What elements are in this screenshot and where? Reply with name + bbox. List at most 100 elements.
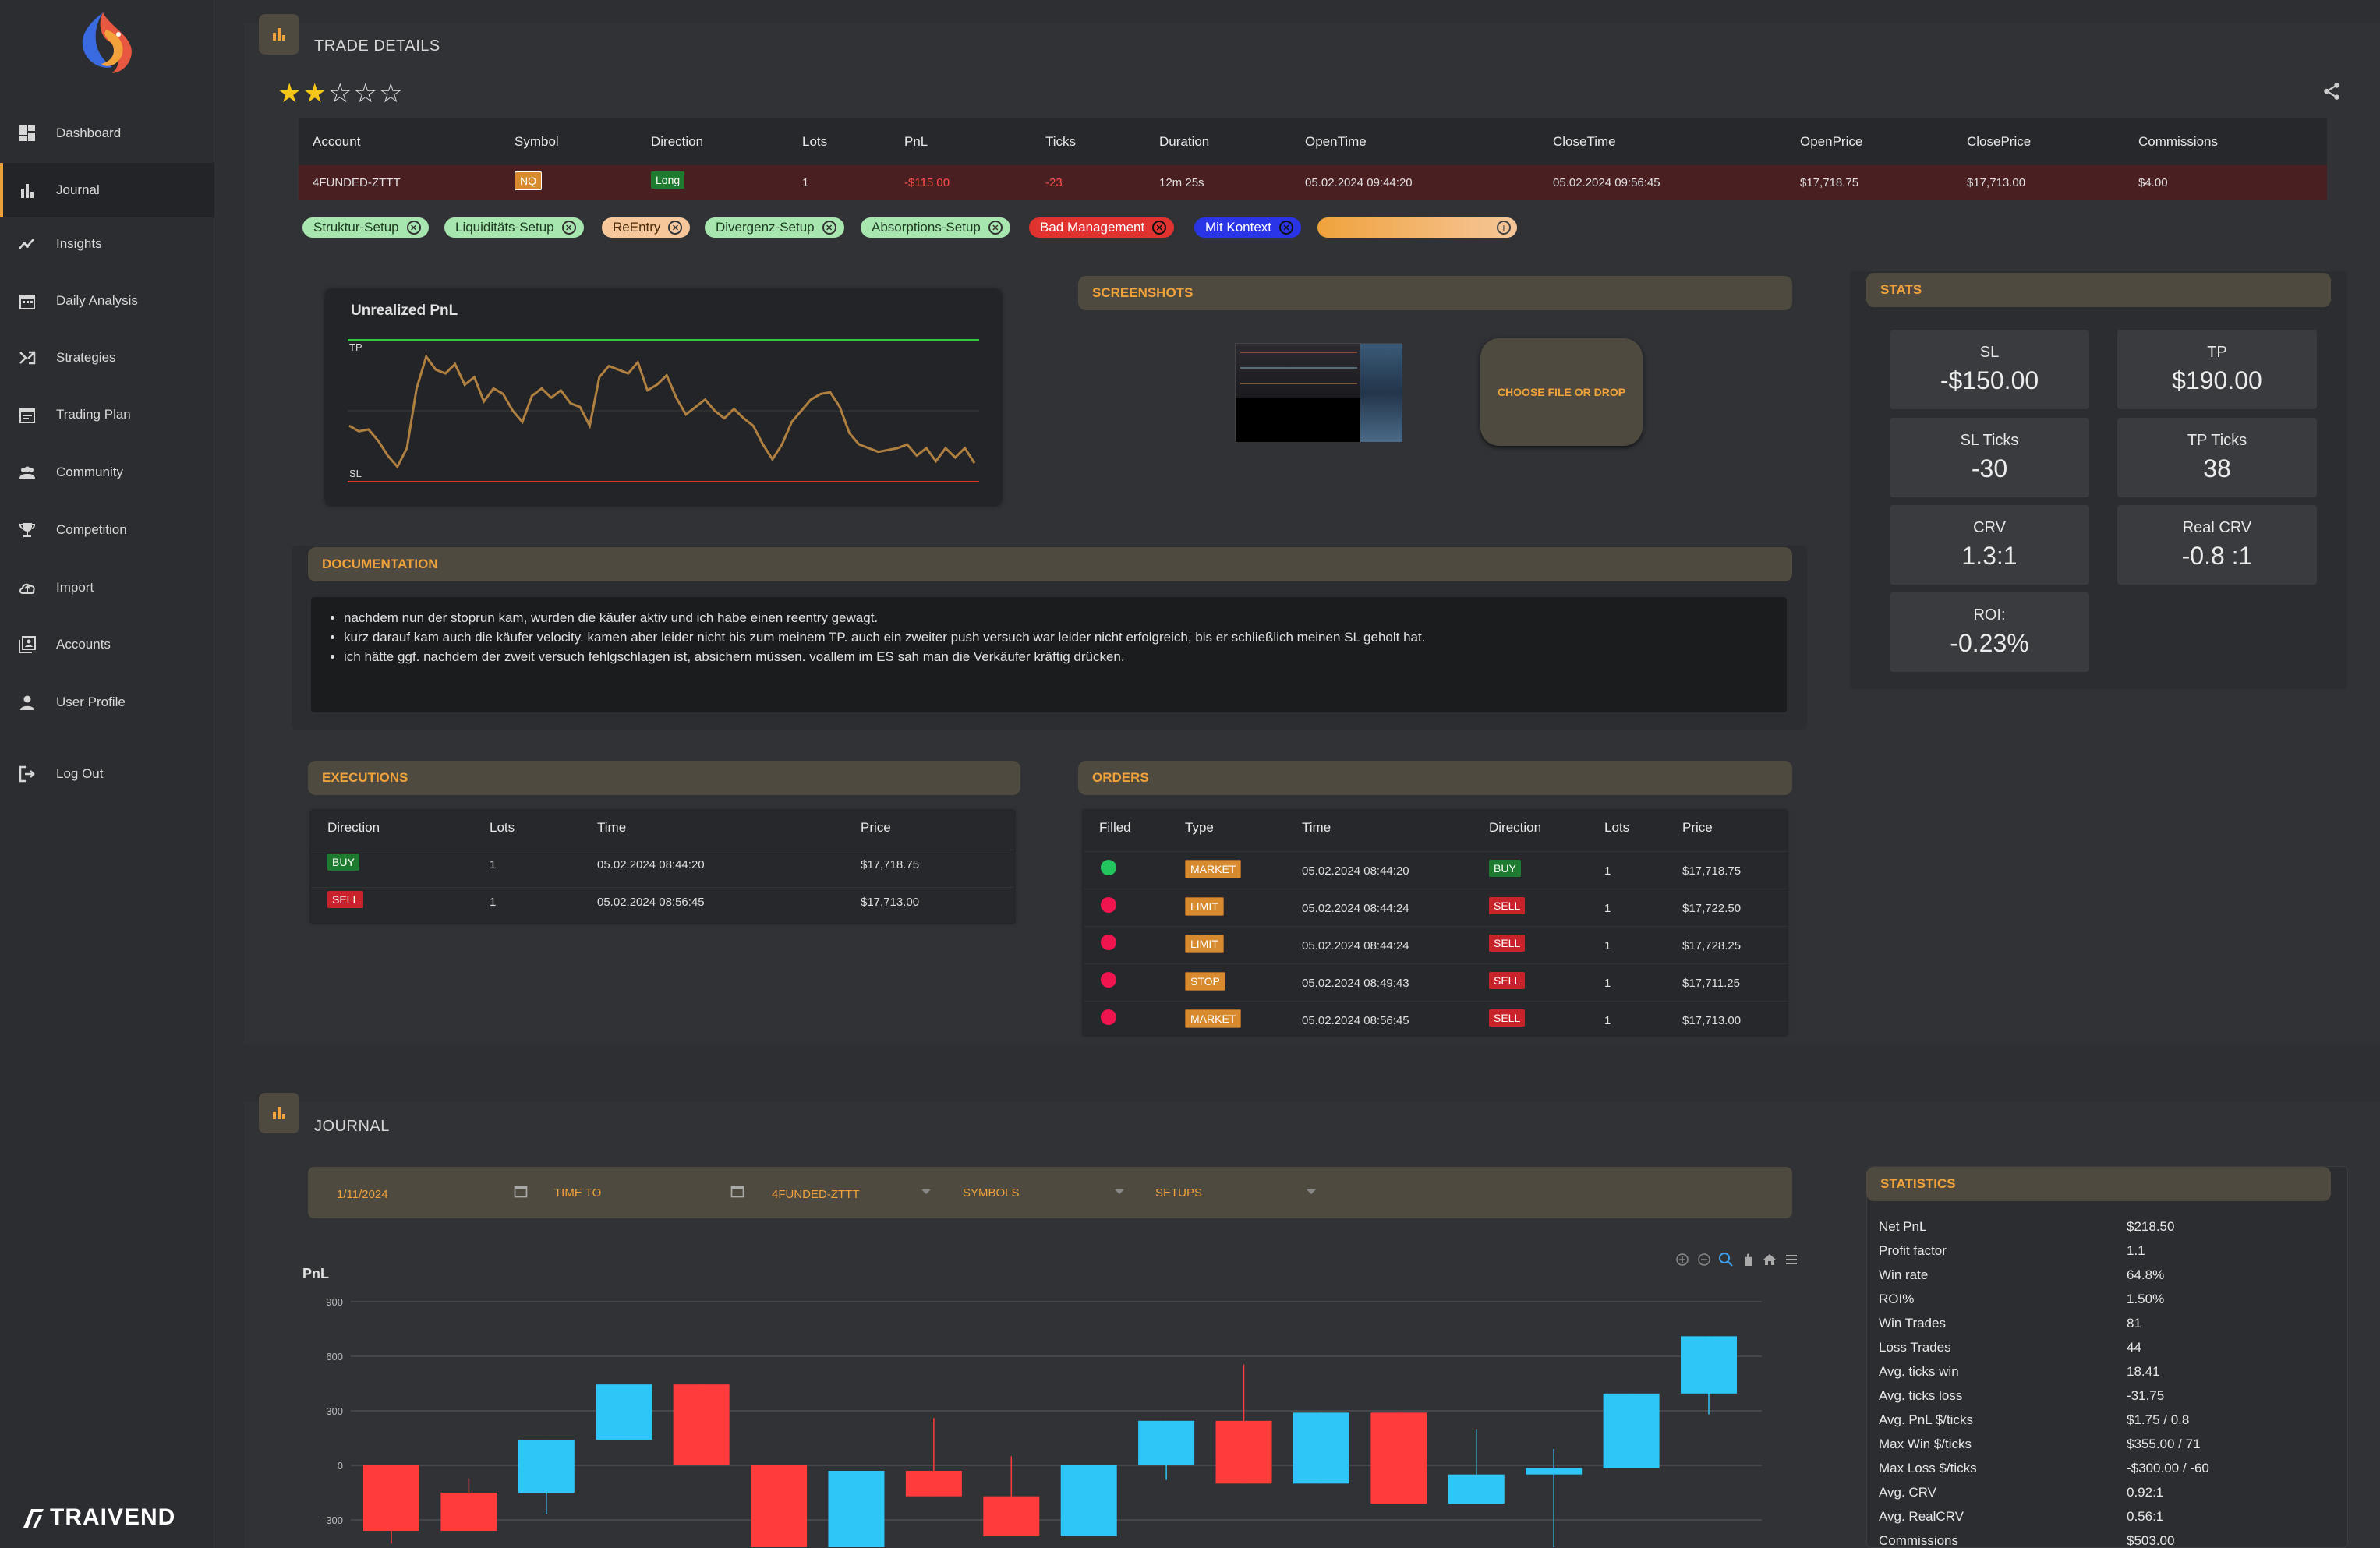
- trade-col-header[interactable]: ClosePrice: [1967, 134, 2031, 150]
- chevron-down-icon[interactable]: [1115, 1189, 1124, 1194]
- star-icon[interactable]: ★: [278, 79, 302, 108]
- sidebar-item-user-profile[interactable]: User Profile: [0, 675, 214, 730]
- add-tag-icon[interactable]: +: [1497, 221, 1511, 235]
- executions-col-header[interactable]: Lots: [490, 820, 515, 836]
- pan-icon[interactable]: [1740, 1252, 1756, 1267]
- table-row[interactable]: LIMIT 05.02.2024 08:44:24 SELL 1 $17,728.25: [1084, 926, 1787, 962]
- orders-col-header[interactable]: Type: [1185, 820, 1214, 836]
- trade-col-header[interactable]: Symbol: [515, 134, 559, 150]
- tag-chip[interactable]: Divergenz-Setup ✕: [705, 217, 844, 238]
- trade-col-header[interactable]: Lots: [802, 134, 827, 150]
- trade-cell: 1: [802, 176, 809, 189]
- trade-col-header[interactable]: CloseTime: [1553, 134, 1616, 150]
- tag-chip[interactable]: Bad Management ✕: [1029, 217, 1175, 238]
- add-tag-input[interactable]: +: [1317, 217, 1517, 238]
- zoom-in-icon[interactable]: [1674, 1252, 1690, 1267]
- remove-tag-icon[interactable]: ✕: [1279, 221, 1294, 235]
- orders-col-header[interactable]: Price: [1682, 820, 1713, 836]
- choose-file-button[interactable]: CHOOSE FILE OR DROP: [1480, 338, 1643, 446]
- statistics-row: Max Win $/ticks $355.00 / 71: [1879, 1437, 2346, 1461]
- star-icon[interactable]: ☆: [379, 79, 404, 108]
- tag-chip[interactable]: Absorptions-Setup ✕: [861, 217, 1010, 238]
- executions-col-header[interactable]: Direction: [327, 820, 380, 836]
- date-from-input[interactable]: 1/11/2024: [337, 1188, 388, 1201]
- statistics-row: Win Trades 81: [1879, 1316, 2346, 1340]
- remove-tag-icon[interactable]: ✕: [668, 221, 683, 235]
- remove-tag-icon[interactable]: ✕: [561, 221, 576, 235]
- table-row[interactable]: SELL 1 05.02.2024 08:56:45 $17,713.00: [311, 887, 1014, 923]
- stat-value: -$150.00: [1940, 366, 2039, 394]
- account-select[interactable]: 4FUNDED-ZTTT: [772, 1188, 860, 1201]
- home-icon[interactable]: [1762, 1252, 1777, 1267]
- sidebar-item-dashboard[interactable]: Dashboard: [0, 106, 214, 161]
- remove-tag-icon[interactable]: ✕: [406, 221, 421, 235]
- candle-body: [1526, 1468, 1583, 1475]
- symbols-select[interactable]: SYMBOLS: [963, 1186, 1020, 1200]
- remove-tag-icon[interactable]: ✕: [822, 221, 836, 235]
- sidebar-item-accounts[interactable]: Accounts: [0, 617, 214, 672]
- table-row[interactable]: BUY 1 05.02.2024 08:44:20 $17,718.75: [311, 850, 1014, 885]
- sidebar-item-community[interactable]: Community: [0, 445, 214, 500]
- direction-badge: SELL: [1489, 1009, 1526, 1027]
- tag-chip[interactable]: Struktur-Setup ✕: [302, 217, 429, 238]
- star-icon[interactable]: ☆: [328, 79, 353, 108]
- table-row[interactable]: MARKET 05.02.2024 08:56:45 SELL 1 $17,713.00: [1084, 1001, 1787, 1037]
- trade-col-header[interactable]: Account: [313, 134, 360, 150]
- documentation-text[interactable]: nachdem nun der stoprun kam, wurden die …: [311, 597, 1787, 712]
- trade-col-header[interactable]: Duration: [1159, 134, 1209, 150]
- table-cell: $17,711.25: [1682, 977, 1740, 990]
- orders-col-header[interactable]: Filled: [1099, 820, 1131, 836]
- trade-col-header[interactable]: Ticks: [1045, 134, 1076, 150]
- type-badge: MARKET: [1185, 1009, 1242, 1028]
- orders-col-header[interactable]: Direction: [1489, 820, 1541, 836]
- executions-col-header[interactable]: Price: [861, 820, 891, 836]
- tag-chip[interactable]: ReEntry ✕: [602, 217, 691, 238]
- sidebar-item-strategies[interactable]: Strategies: [0, 330, 214, 385]
- time-to-input[interactable]: TIME TO: [554, 1186, 601, 1200]
- sidebar-item-journal[interactable]: Journal: [0, 163, 214, 217]
- brand-logo[interactable]: TRAIVEND: [20, 1504, 175, 1531]
- sidebar-item-log-out[interactable]: Log Out: [0, 747, 214, 801]
- executions-col-header[interactable]: Time: [597, 820, 626, 836]
- trade-col-header[interactable]: OpenPrice: [1800, 134, 1862, 150]
- star-icon[interactable]: ☆: [353, 79, 378, 108]
- table-cell: 1: [1604, 977, 1611, 990]
- statistics-row: Win rate 64.8%: [1879, 1267, 2346, 1292]
- sidebar-item-import[interactable]: Import: [0, 560, 214, 615]
- orders-col-header[interactable]: Time: [1302, 820, 1331, 836]
- sidebar-item-competition[interactable]: Competition: [0, 503, 214, 557]
- sidebar-item-label: Community: [56, 465, 123, 479]
- zoom-select-icon[interactable]: [1718, 1252, 1734, 1267]
- table-row[interactable]: STOP 05.02.2024 08:49:43 SELL 1 $17,711.25: [1084, 963, 1787, 999]
- trade-col-header[interactable]: OpenTime: [1305, 134, 1367, 150]
- dashboard-icon: [17, 123, 37, 143]
- chevron-down-icon[interactable]: [1307, 1189, 1316, 1194]
- table-row[interactable]: LIMIT 05.02.2024 08:44:24 SELL 1 $17,722.50: [1084, 889, 1787, 924]
- star-icon[interactable]: ★: [302, 79, 327, 108]
- sidebar-item-label: Trading Plan: [56, 407, 131, 422]
- zoom-out-icon[interactable]: [1696, 1252, 1712, 1267]
- table-row[interactable]: MARKET 05.02.2024 08:44:20 BUY 1 $17,718.75: [1084, 851, 1787, 887]
- share-icon[interactable]: [2322, 81, 2342, 105]
- tag-chip[interactable]: Mit Kontext ✕: [1194, 217, 1302, 238]
- calendar-icon-2[interactable]: [730, 1183, 745, 1203]
- trade-col-header[interactable]: Direction: [651, 134, 703, 150]
- rating-stars[interactable]: ★★☆☆☆: [278, 78, 404, 109]
- setups-select[interactable]: SETUPS: [1155, 1186, 1202, 1200]
- menu-icon[interactable]: [1784, 1252, 1799, 1267]
- remove-tag-icon[interactable]: ✕: [988, 221, 1003, 235]
- calendar-icon[interactable]: [513, 1183, 529, 1203]
- remove-tag-icon[interactable]: ✕: [1152, 221, 1167, 235]
- sidebar-item-insights[interactable]: Insights: [0, 217, 214, 271]
- orders-col-header[interactable]: Lots: [1604, 820, 1629, 836]
- screenshot-thumbnail[interactable]: [1235, 343, 1402, 442]
- tag-chip[interactable]: Liquiditäts-Setup ✕: [444, 217, 584, 238]
- logo-icon[interactable]: [69, 6, 143, 81]
- sidebar-item-trading-plan[interactable]: Trading Plan: [0, 387, 214, 442]
- orders-header: ORDERS: [1078, 761, 1792, 795]
- trade-row[interactable]: 4FUNDED-ZTTT NQ Long 1 -$115.00 -23 12m 25s 05.…: [299, 165, 2327, 200]
- chevron-down-icon[interactable]: [921, 1189, 931, 1194]
- trade-col-header[interactable]: Commissions: [2138, 134, 2218, 150]
- sidebar-item-daily-analysis[interactable]: Daily Analysis: [0, 274, 214, 328]
- trade-col-header[interactable]: PnL: [904, 134, 928, 150]
